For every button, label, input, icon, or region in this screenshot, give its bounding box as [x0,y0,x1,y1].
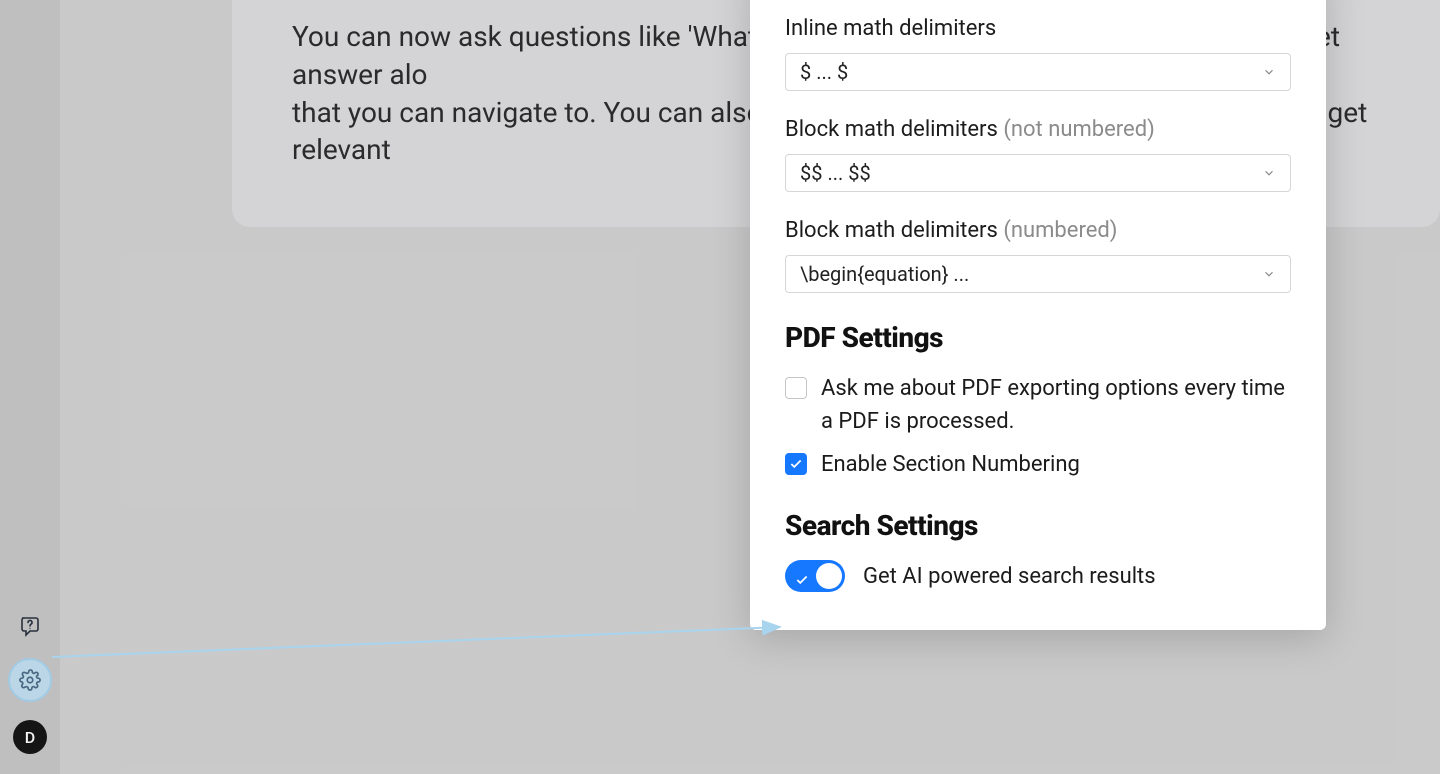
block-math-num-value: \begin{equation} ... [800,262,969,286]
block-math-num-label: Block math delimiters (numbered) [785,218,1291,243]
checkbox-checked[interactable] [785,453,807,475]
chevron-down-icon [1262,262,1276,286]
block-math-numbered-field: Block math delimiters (numbered) \begin{… [785,218,1291,293]
block-math-unnum-label: Block math delimiters (not numbered) [785,117,1291,142]
section-numbering-label: Enable Section Numbering [821,448,1080,481]
inline-math-value: $ ... $ [800,60,848,84]
block-math-unnum-select[interactable]: $$ ... $$ [785,154,1291,192]
block-math-num-select[interactable]: \begin{equation} ... [785,255,1291,293]
pdf-ask-label: Ask me about PDF exporting options every… [821,372,1291,438]
ai-search-label: Get AI powered search results [863,564,1156,589]
chevron-down-icon [1262,161,1276,185]
search-settings-title: Search Settings [785,509,1291,542]
toggle-knob [816,563,842,589]
toggle-on[interactable] [785,560,845,592]
block-math-unnumbered-field: Block math delimiters (not numbered) $$ … [785,117,1291,192]
inline-math-label: Inline math delimiters [785,16,1291,41]
ai-search-option[interactable]: Get AI powered search results [785,560,1291,592]
chevron-down-icon [1262,60,1276,84]
settings-panel: LaTeX Settings Inline math delimiters $ … [750,0,1326,630]
checkbox-unchecked[interactable] [785,377,807,399]
inline-math-select[interactable]: $ ... $ [785,53,1291,91]
check-icon [795,568,809,593]
section-numbering-option[interactable]: Enable Section Numbering [785,448,1291,481]
pdf-ask-option[interactable]: Ask me about PDF exporting options every… [785,372,1291,438]
inline-math-field: Inline math delimiters $ ... $ [785,16,1291,91]
pdf-settings-title: PDF Settings [785,321,1291,354]
block-math-unnum-value: $$ ... $$ [800,161,871,185]
